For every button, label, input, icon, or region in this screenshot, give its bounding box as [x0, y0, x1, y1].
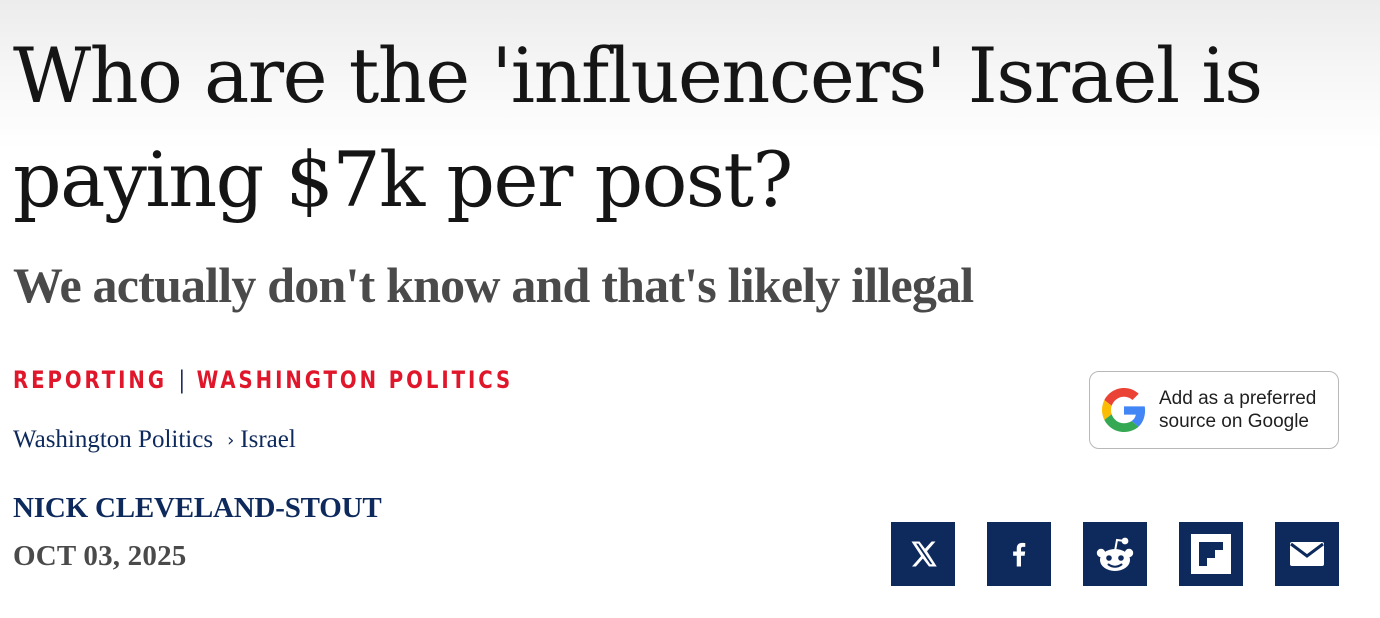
- kicker-washington-politics-link[interactable]: WASHINGTON POLITICS: [197, 366, 514, 394]
- breadcrumb-israel[interactable]: Israel: [240, 426, 296, 454]
- share-reddit-button[interactable]: [1083, 522, 1147, 586]
- flipboard-icon: [1191, 534, 1231, 574]
- share-flipboard-button[interactable]: [1179, 522, 1243, 586]
- share-email-button[interactable]: [1275, 522, 1339, 586]
- google-g-icon: [1102, 388, 1146, 432]
- article-subheadline: We actually don't know and that's likely…: [13, 257, 974, 313]
- breadcrumb: Washington Politics › Israel: [13, 426, 296, 454]
- share-facebook-button[interactable]: [987, 522, 1051, 586]
- chevron-right-icon: ›: [227, 429, 235, 451]
- kicker-separator: |: [178, 366, 186, 394]
- google-badge-line-1: Add as a preferred: [1159, 388, 1317, 409]
- add-preferred-source-google-button[interactable]: Add as a preferred source on Google: [1089, 371, 1339, 449]
- publish-date: OCT 03, 2025: [13, 540, 187, 572]
- google-badge-line-2: source on Google: [1159, 411, 1309, 432]
- kicker-reporting-link[interactable]: REPORTING: [13, 366, 167, 394]
- article-headline: Who are the 'influencers' Israel is payi…: [13, 31, 1263, 224]
- google-badge-label: Add as a preferred source on Google: [1159, 387, 1316, 433]
- share-x-button[interactable]: [891, 522, 955, 586]
- breadcrumb-washington-politics[interactable]: Washington Politics: [13, 426, 213, 454]
- author-name-link[interactable]: NICK CLEVELAND-STOUT: [13, 492, 382, 525]
- reddit-icon: [1096, 537, 1134, 571]
- x-icon: [911, 541, 937, 567]
- article-kicker: REPORTING | WASHINGTON POLITICS: [13, 366, 513, 394]
- share-buttons: [891, 522, 1339, 586]
- facebook-icon: [1013, 542, 1026, 567]
- email-icon: [1290, 542, 1324, 566]
- article-header: Who are the 'influencers' Israel is payi…: [0, 0, 1380, 618]
